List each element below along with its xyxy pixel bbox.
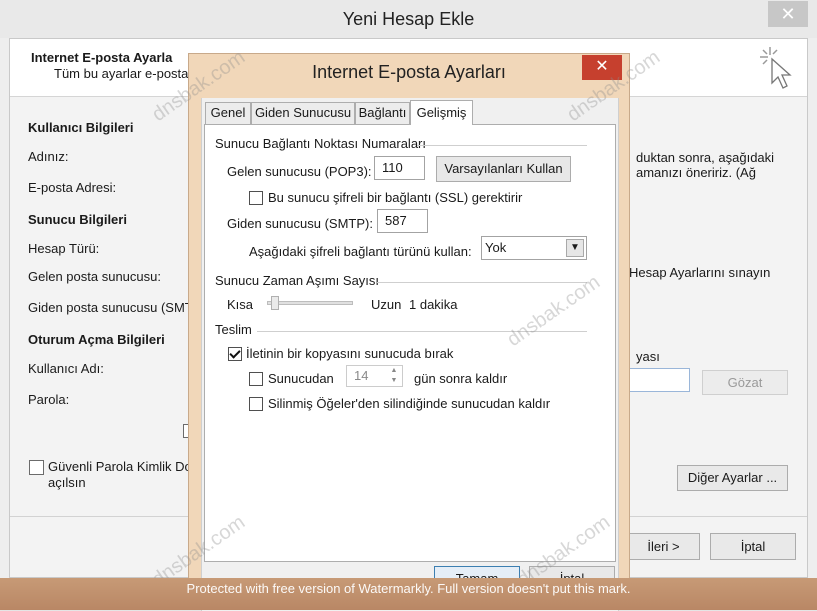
incoming-server-label: Gelen posta sunucusu: <box>28 269 161 284</box>
window-close-button[interactable]: ✕ <box>768 1 808 27</box>
ssl-label: Bu sunucu şifreli bir bağlantı (SSL) ger… <box>268 190 523 205</box>
incoming-port-input[interactable]: 110 <box>374 156 425 180</box>
remove-after-suffix: gün sonra kaldır <box>414 371 508 386</box>
delivery-group-divider <box>257 331 587 332</box>
use-defaults-button[interactable]: Varsayılanları Kullan <box>436 156 571 182</box>
browse-button[interactable]: Gözat <box>702 370 788 395</box>
outgoing-server-label: Giden posta sunucusu (SMT <box>28 300 193 315</box>
timeout-long-label: Uzun <box>371 297 402 312</box>
spin-down-icon[interactable]: ▼ <box>387 376 401 387</box>
outgoing-port-label: Giden sunucusu (SMTP): <box>227 216 373 231</box>
password-label: Parola: <box>28 392 70 407</box>
spa-label-line1: Güvenli Parola Kimlik Doğ <box>48 459 200 474</box>
timeout-group-divider <box>377 282 587 283</box>
dialog-body: Genel Giden Sunucusu Bağlantı Gelişmiş S… <box>201 98 619 611</box>
timeout-value: 1 dakika <box>409 297 458 312</box>
server-info-heading: Sunucu Bilgileri <box>28 212 127 227</box>
ports-group-divider <box>417 145 587 146</box>
name-label: Adınız: <box>28 149 69 164</box>
data-file-path-input[interactable] <box>624 368 690 392</box>
advanced-tab-panel: Sunucu Bağlantı Noktası Numaraları Gelen… <box>204 124 616 562</box>
incoming-port-label: Gelen sunucusu (POP3): <box>227 164 372 179</box>
encryption-type-value: Yok <box>485 240 507 255</box>
email-label: E-posta Adresi: <box>28 180 117 195</box>
username-label: Kullanıcı Adı: <box>28 361 104 376</box>
back-cancel-button[interactable]: İptal <box>710 533 796 560</box>
remove-after-prefix: Sunucudan <box>268 371 334 386</box>
dialog-close-button[interactable]: ✕ <box>582 55 622 80</box>
watermark-banner: Protected with free version of Watermark… <box>0 578 817 610</box>
leave-copy-label: İletinin bir kopyasını sunucuda bırak <box>246 346 454 361</box>
user-info-heading: Kullanıcı Bilgileri <box>28 120 134 135</box>
timeout-short-label: Kısa <box>227 297 254 312</box>
timeout-slider-track[interactable] <box>267 301 353 305</box>
remove-after-days-value: 14 <box>354 368 369 383</box>
data-file-label: yası <box>636 349 660 364</box>
cursor-sparkle-icon <box>760 47 792 89</box>
tab-connection[interactable]: Bağlantı <box>355 102 410 124</box>
window-titlebar: Yeni Hesap Ekle ✕ <box>0 0 817 38</box>
window-title: Yeni Hesap Ekle <box>342 9 475 29</box>
timeout-group-label: Sunucu Zaman Aşımı Sayısı <box>215 273 380 288</box>
login-info-heading: Oturum Açma Bilgileri <box>28 332 165 347</box>
spa-checkbox[interactable] <box>29 460 44 475</box>
ports-group-label: Sunucu Bağlantı Noktası Numaraları <box>215 136 426 151</box>
wizard-header-title: Internet E-posta Ayarla <box>31 50 173 65</box>
tab-outgoing-server[interactable]: Giden Sunucusu <box>251 102 355 124</box>
intro-text-line1: duktan sonra, aşağıdaki <box>636 150 775 165</box>
dialog-title: Internet E-posta Ayarları <box>312 62 506 82</box>
outgoing-port-input[interactable]: 587 <box>377 209 428 233</box>
wizard-header-subtitle: Tüm bu ayarlar e-posta <box>54 66 189 81</box>
ssl-checkbox[interactable] <box>249 191 263 205</box>
tab-advanced[interactable]: Gelişmiş <box>410 100 473 125</box>
timeout-slider-handle[interactable] <box>270 296 279 310</box>
account-type-label: Hesap Türü: <box>28 241 100 256</box>
internet-email-settings-dialog: Internet E-posta Ayarları ✕ Genel Giden … <box>188 53 630 611</box>
remove-deleted-label: Silinmiş Öğeler'den silindiğinde sunucud… <box>268 396 551 411</box>
encryption-type-select[interactable]: Yok ▼ <box>481 236 587 260</box>
watermark-banner-text: Protected with free version of Watermark… <box>186 581 631 596</box>
tab-general[interactable]: Genel <box>205 102 251 124</box>
remove-deleted-checkbox[interactable] <box>249 397 263 411</box>
chevron-down-icon: ▼ <box>566 239 584 257</box>
test-settings-label: Hesap Ayarlarını sınayın <box>629 265 771 280</box>
delivery-group-label: Teslim <box>215 322 252 337</box>
encryption-type-label: Aşağıdaki şifreli bağlantı türünü kullan… <box>249 244 472 259</box>
remove-after-checkbox[interactable] <box>249 372 263 386</box>
spa-label-line2: açılsın <box>48 475 86 490</box>
next-button[interactable]: İleri > <box>627 533 700 560</box>
remove-after-days-input[interactable]: 14 ▲ ▼ <box>346 365 403 387</box>
more-settings-button[interactable]: Diğer Ayarlar ... <box>677 465 788 491</box>
intro-text-line2: amanızı öneririz. (Ağ <box>636 165 756 180</box>
leave-copy-checkbox[interactable] <box>228 347 242 361</box>
